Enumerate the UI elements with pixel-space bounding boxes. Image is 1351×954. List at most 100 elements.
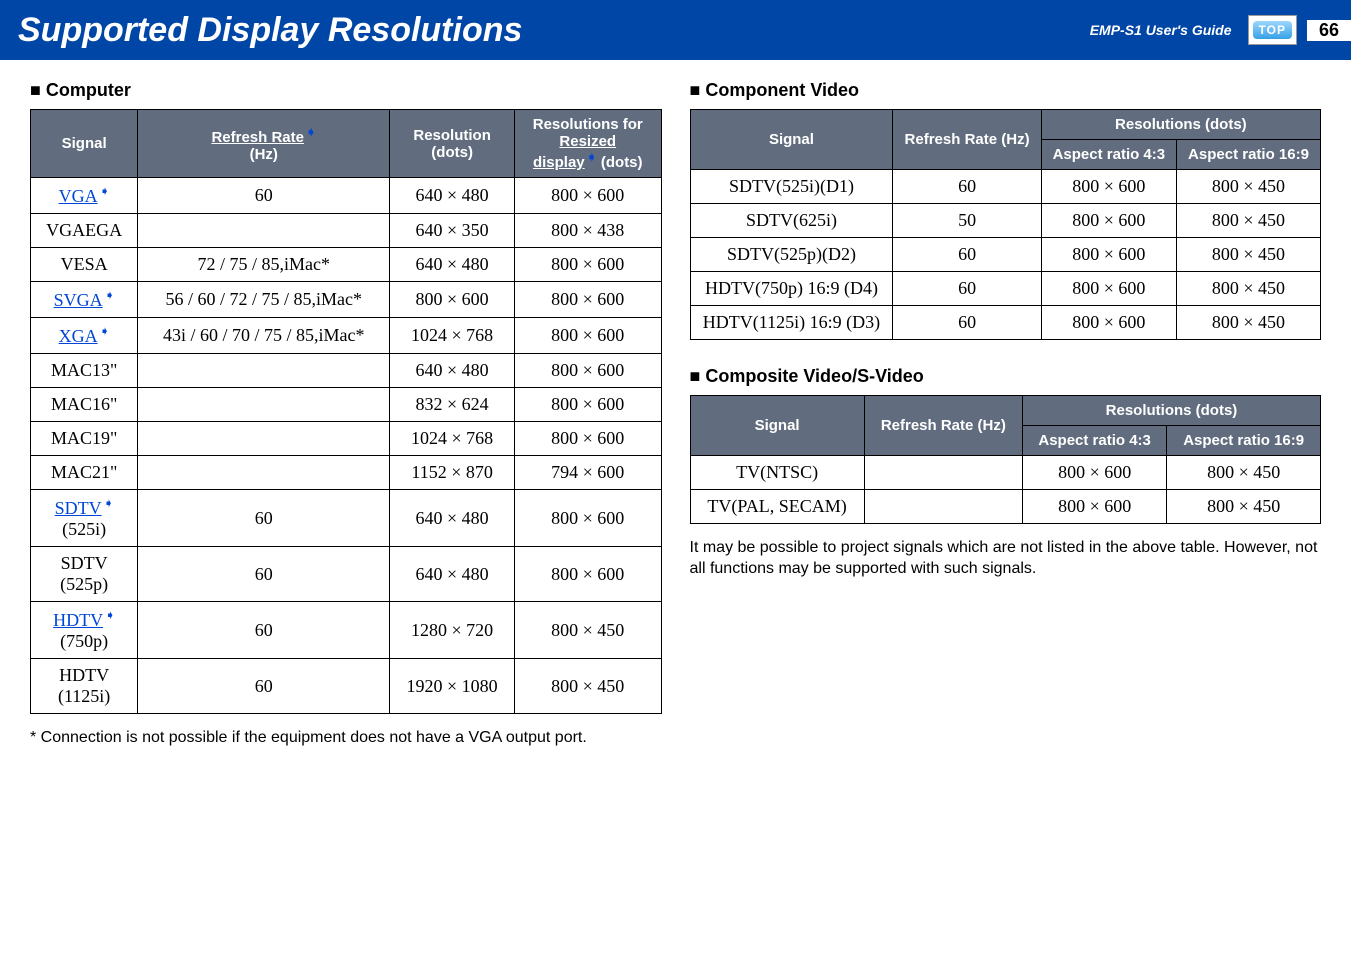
glossary-arrow-icon[interactable]: ➧: [100, 324, 110, 338]
a169-cell: 800 × 450: [1176, 170, 1320, 204]
signal-cell: HDTV(1125i): [31, 659, 138, 714]
refresh-cell: 60: [893, 170, 1041, 204]
refresh-cell: [138, 354, 390, 388]
signal-cell: MAC19": [31, 422, 138, 456]
a43-cell: 800 × 600: [1041, 272, 1176, 306]
table-row: SDTV(525i)(D1)60800 × 600800 × 450: [690, 170, 1321, 204]
component-table: Signal Refresh Rate (Hz) Resolutions (do…: [690, 109, 1322, 340]
bottom-note: It may be possible to project signals wh…: [690, 538, 1322, 580]
signal-cell: HDTV(1125i) 16:9 (D3): [690, 306, 893, 340]
top-button[interactable]: TOP: [1248, 15, 1297, 45]
resized-cell: 800 × 600: [514, 422, 661, 456]
refresh-cell: 60: [138, 178, 390, 214]
resized-cell: 794 × 600: [514, 456, 661, 490]
glossary-link[interactable]: HDTV: [53, 610, 103, 630]
th-signal: Signal: [690, 396, 864, 456]
refresh-cell: 60: [138, 490, 390, 547]
resolution-cell: 640 × 480: [390, 248, 515, 282]
table-row: HDTV(1125i)601920 × 1080800 × 450: [31, 659, 662, 714]
a169-cell: 800 × 450: [1176, 272, 1320, 306]
table-row: VGAEGA 640 × 350800 × 438: [31, 214, 662, 248]
resolution-cell: 1280 × 720: [390, 602, 515, 659]
refresh-cell: 50: [893, 204, 1041, 238]
content-area: ■ Computer Signal Refresh Rate➧(Hz) Reso…: [0, 60, 1351, 749]
a43-cell: 800 × 600: [1041, 204, 1176, 238]
refresh-cell: 60: [893, 306, 1041, 340]
glossary-link[interactable]: SVGA: [54, 290, 103, 310]
resolution-cell: 640 × 480: [390, 354, 515, 388]
a43-cell: 800 × 600: [1022, 456, 1166, 490]
resolution-cell: 640 × 350: [390, 214, 515, 248]
table-header-row: Signal Refresh Rate➧(Hz) Resolution(dots…: [31, 110, 662, 178]
th-a169: Aspect ratio 16:9: [1176, 140, 1320, 170]
signal-cell: VGAEGA: [31, 214, 138, 248]
resized-cell: 800 × 600: [514, 490, 661, 547]
table-row: SDTV(525p)60640 × 480800 × 600: [31, 547, 662, 602]
th-signal: Signal: [690, 110, 893, 170]
th-a169: Aspect ratio 16:9: [1167, 426, 1321, 456]
signal-cell: MAC16": [31, 388, 138, 422]
glossary-arrow-icon[interactable]: ➧: [306, 125, 316, 139]
computer-heading: ■ Computer: [30, 80, 662, 101]
resized-cell: 800 × 438: [514, 214, 661, 248]
table-row: TV(NTSC)800 × 600800 × 450: [690, 456, 1321, 490]
signal-cell: SDTV(625i): [690, 204, 893, 238]
computer-footnote: * Connection is not possible if the equi…: [30, 728, 610, 749]
th-a43: Aspect ratio 4:3: [1022, 426, 1166, 456]
guide-label: EMP-S1 User's Guide: [1090, 22, 1238, 38]
glossary-link[interactable]: VGA: [59, 186, 98, 206]
glossary-arrow-icon[interactable]: ➧: [100, 184, 110, 198]
signal-cell: TV(PAL, SECAM): [690, 490, 864, 524]
table-row: HDTV(750p) 16:9 (D4)60800 × 600800 × 450: [690, 272, 1321, 306]
refresh-cell: 60: [893, 238, 1041, 272]
table-row: VESA72 / 75 / 85,iMac*640 × 480800 × 600: [31, 248, 662, 282]
resized-cell: 800 × 450: [514, 602, 661, 659]
signal-cell: MAC13": [31, 354, 138, 388]
page-number: 66: [1307, 20, 1351, 41]
signal-cell: SDTV(525p): [31, 547, 138, 602]
glossary-arrow-icon[interactable]: ➧: [105, 288, 115, 302]
resolution-cell: 640 × 480: [390, 178, 515, 214]
table-row: MAC13"640 × 480800 × 600: [31, 354, 662, 388]
title-bar: Supported Display Resolutions EMP-S1 Use…: [0, 0, 1351, 60]
table-row: SDTV(625i)50800 × 600800 × 450: [690, 204, 1321, 238]
resolution-cell: 1024 × 768: [390, 318, 515, 354]
a43-cell: 800 × 600: [1041, 238, 1176, 272]
th-a43: Aspect ratio 4:3: [1041, 140, 1176, 170]
table-row: HDTV➧(750p)601280 × 720800 × 450: [31, 602, 662, 659]
glossary-link[interactable]: SDTV: [55, 498, 102, 518]
signal-cell: MAC21": [31, 456, 138, 490]
resolution-cell: 640 × 480: [390, 490, 515, 547]
a169-cell: 800 × 450: [1176, 306, 1320, 340]
glossary-arrow-icon[interactable]: ➧: [104, 496, 114, 510]
left-column: ■ Computer Signal Refresh Rate➧(Hz) Reso…: [30, 80, 662, 749]
resized-cell: 800 × 450: [514, 659, 661, 714]
composite-heading: ■ Composite Video/S-Video: [690, 366, 1322, 387]
th-resolution: Resolution(dots): [390, 110, 515, 178]
a169-cell: 800 × 450: [1167, 490, 1321, 524]
refresh-cell: 60: [893, 272, 1041, 306]
top-icon: TOP: [1253, 21, 1292, 39]
glossary-link[interactable]: XGA: [59, 326, 98, 346]
glossary-arrow-icon[interactable]: ➧: [587, 150, 597, 164]
table-row: SDTV(525p)(D2)60800 × 600800 × 450: [690, 238, 1321, 272]
table-row: SDTV➧(525i)60640 × 480800 × 600: [31, 490, 662, 547]
a43-cell: 800 × 600: [1041, 306, 1176, 340]
refresh-cell: [138, 214, 390, 248]
resolution-cell: 832 × 624: [390, 388, 515, 422]
table-row: MAC16" 832 × 624800 × 600: [31, 388, 662, 422]
th-res: Resolutions (dots): [1022, 396, 1320, 426]
a169-cell: 800 × 450: [1176, 238, 1320, 272]
resized-cell: 800 × 600: [514, 388, 661, 422]
computer-table: Signal Refresh Rate➧(Hz) Resolution(dots…: [30, 109, 662, 714]
a43-cell: 800 × 600: [1022, 490, 1166, 524]
resized-cell: 800 × 600: [514, 547, 661, 602]
resized-cell: 800 × 600: [514, 248, 661, 282]
signal-cell: TV(NTSC): [690, 456, 864, 490]
refresh-cell: 56 / 60 / 72 / 75 / 85,iMac*: [138, 282, 390, 318]
refresh-cell: 60: [138, 602, 390, 659]
refresh-cell: 60: [138, 659, 390, 714]
signal-cell: XGA➧: [31, 318, 138, 354]
table-row: HDTV(1125i) 16:9 (D3)60800 × 600800 × 45…: [690, 306, 1321, 340]
glossary-arrow-icon[interactable]: ➧: [105, 608, 115, 622]
